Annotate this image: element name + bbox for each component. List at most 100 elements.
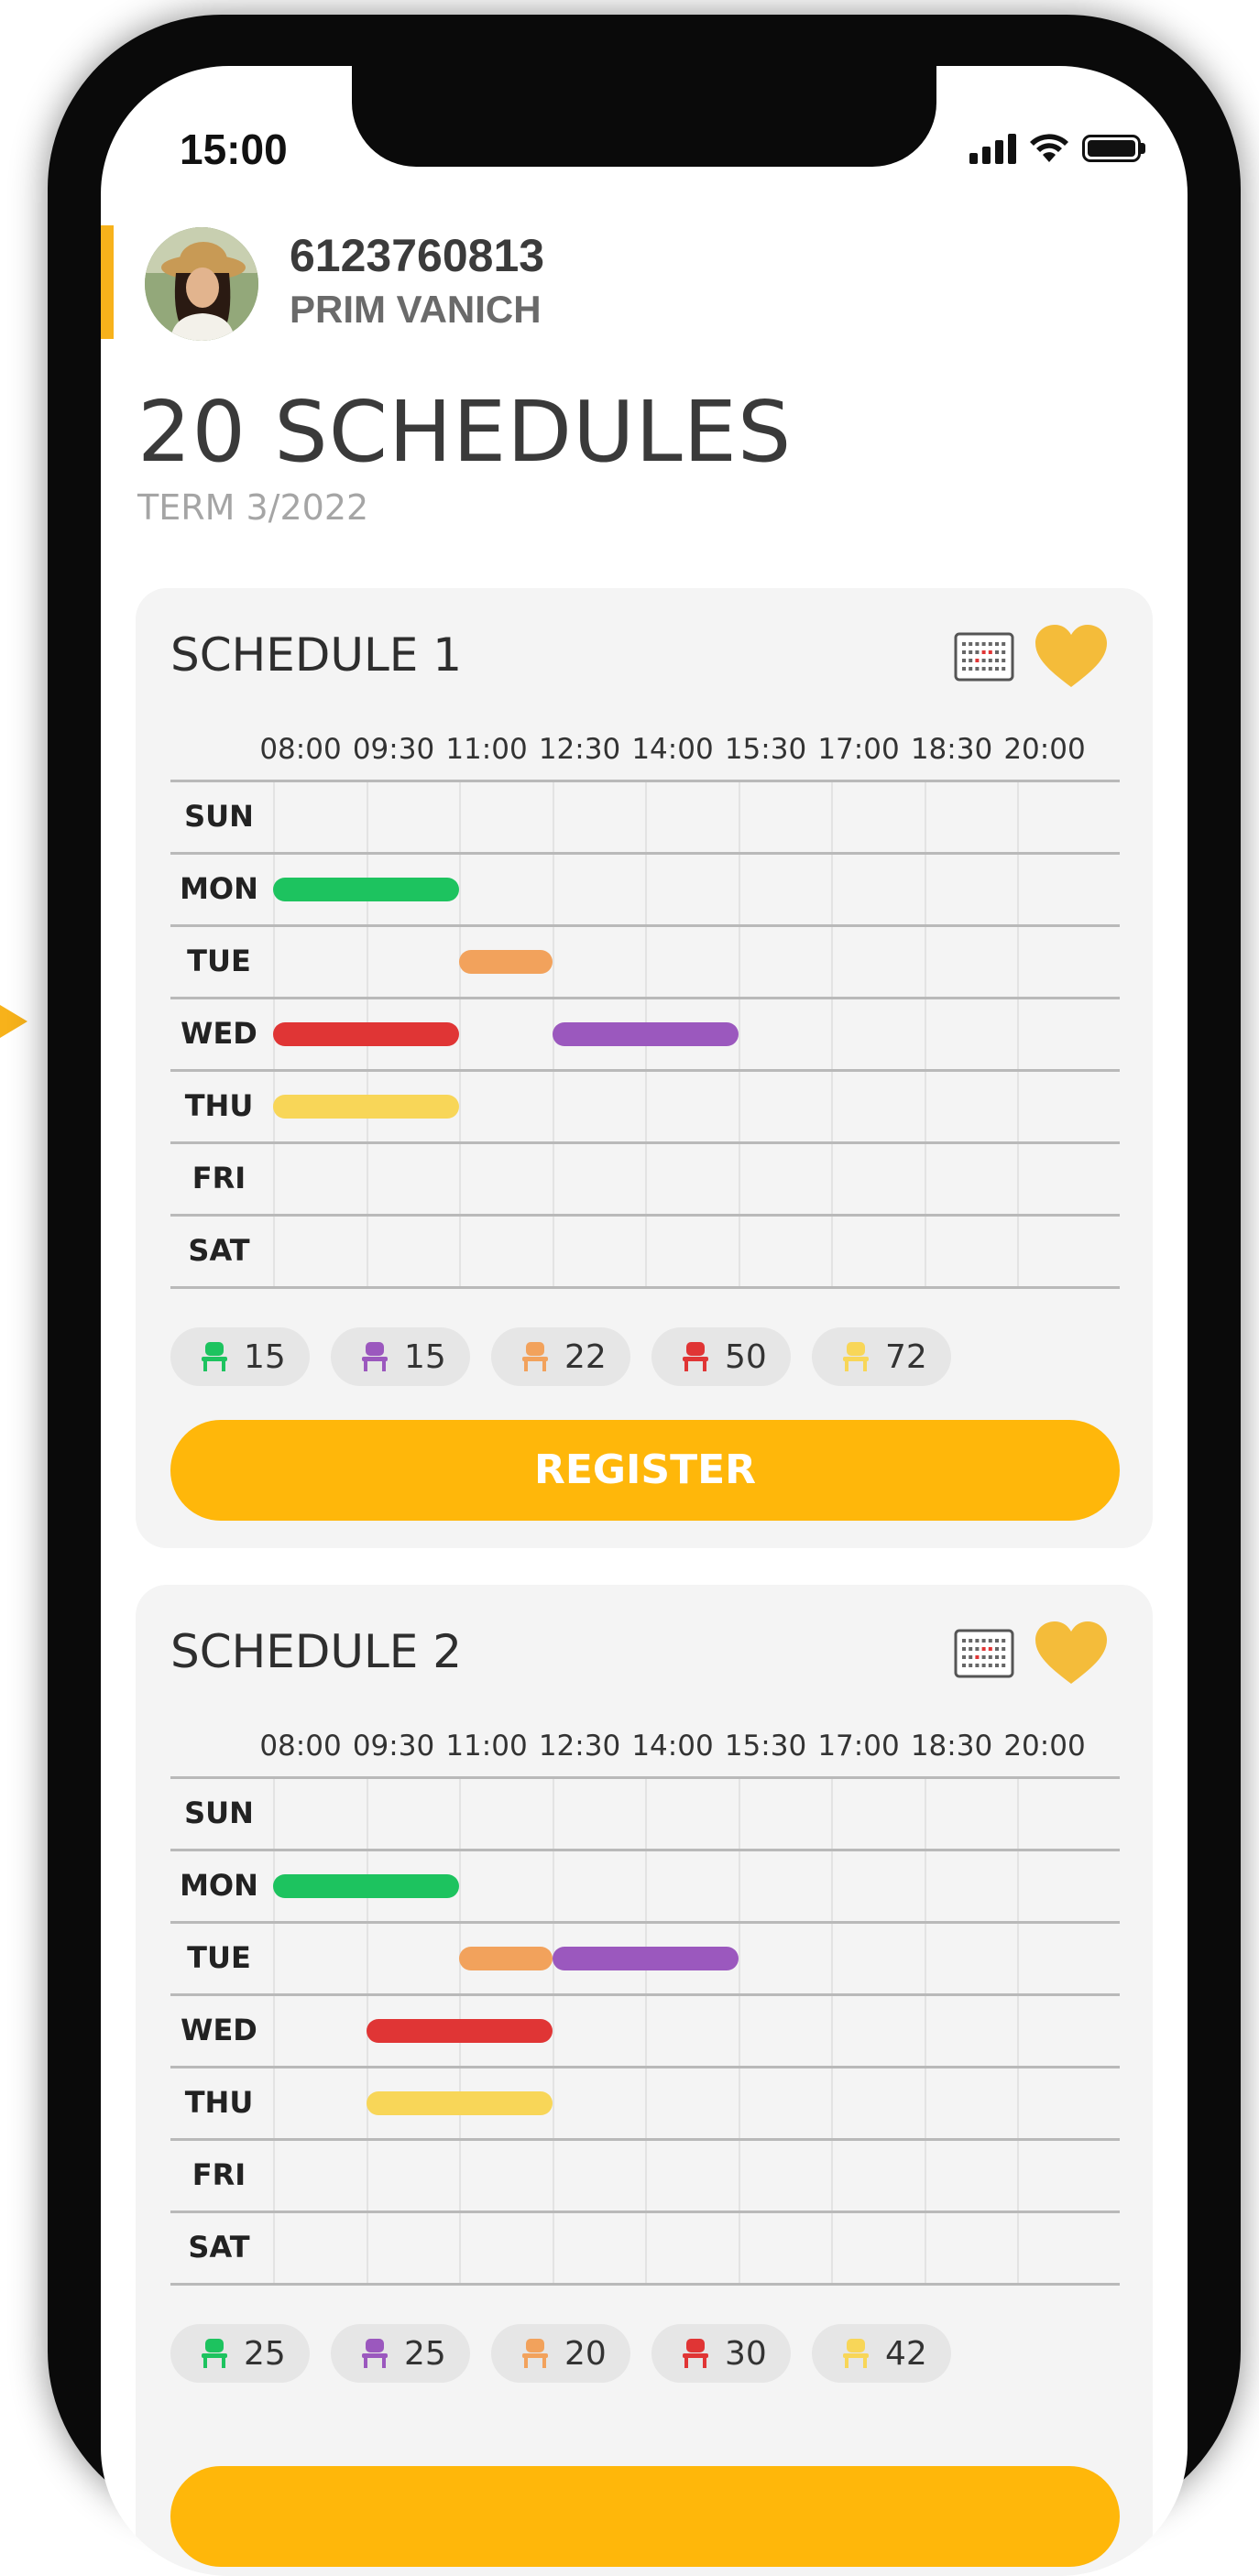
time-tick: 18:30: [910, 733, 993, 766]
day-label: THU: [184, 1088, 254, 1123]
seat-icon: [683, 1342, 708, 1371]
student-name: PRIM VANICH: [290, 288, 542, 331]
grid-column-line: [645, 1777, 647, 2284]
time-tick: 12:30: [538, 733, 621, 766]
seat-chip-orange[interactable]: 20: [491, 2324, 630, 2383]
day-label: SUN: [184, 799, 254, 834]
grid-row-line: [170, 2138, 1120, 2141]
grid-row-line: [170, 2283, 1120, 2286]
grid-row-line: [170, 1286, 1120, 1289]
course-block-orange[interactable]: [459, 1947, 553, 1970]
grid-column-line: [1017, 780, 1019, 1287]
avatar[interactable]: [145, 227, 258, 341]
day-label: THU: [184, 2085, 254, 2120]
seat-chip-purple[interactable]: 15: [331, 1327, 470, 1386]
grid-row-line: [170, 1214, 1120, 1217]
schedule-card: SCHEDULE 1 REGISTER 08:00 09:30 11:00 12:30…: [136, 588, 1153, 1548]
status-icons: [969, 130, 1145, 167]
heart-icon[interactable]: [1034, 623, 1109, 689]
course-block-purple[interactable]: [552, 1022, 739, 1046]
day-label: SAT: [188, 2230, 250, 2265]
seat-count: 25: [244, 2335, 286, 2373]
course-block-green[interactable]: [273, 878, 459, 901]
day-label: WED: [181, 1016, 257, 1051]
seat-icon: [362, 1342, 388, 1371]
calendar-icon[interactable]: [954, 1629, 1014, 1678]
course-block-yellow[interactable]: [273, 1095, 459, 1119]
seat-count: 50: [725, 1338, 767, 1376]
grid-row-line: [170, 1069, 1120, 1072]
avatar-image: [145, 227, 258, 341]
register-button[interactable]: REGISTER: [170, 1420, 1120, 1521]
course-block-purple[interactable]: [552, 1947, 739, 1970]
grid-column-line: [552, 1777, 554, 2284]
seat-icon: [843, 1342, 869, 1371]
course-block-orange[interactable]: [459, 950, 553, 974]
student-id: 6123760813: [290, 230, 545, 281]
register-button[interactable]: [170, 2466, 1120, 2567]
time-tick: 11:00: [445, 733, 528, 766]
grid-column-line: [273, 1777, 275, 2284]
grid-row-line: [170, 852, 1120, 855]
time-tick: 20:00: [1003, 1730, 1086, 1763]
calendar-icon[interactable]: [954, 632, 1014, 682]
profile-accent-bar: [101, 225, 114, 339]
seat-chip-green[interactable]: 15: [170, 1327, 310, 1386]
time-tick: 15:30: [724, 1730, 807, 1763]
seat-chip-yellow[interactable]: 42: [812, 2324, 951, 2383]
course-block-red[interactable]: [273, 1022, 459, 1046]
grid-row-line: [170, 1921, 1120, 1924]
grid-column-line: [831, 780, 833, 1287]
seat-chip-purple[interactable]: 25: [331, 2324, 470, 2383]
grid-row-line: [170, 2210, 1120, 2213]
seat-count: 15: [404, 1338, 446, 1376]
course-block-green[interactable]: [273, 1874, 459, 1898]
time-tick: 17:00: [817, 1730, 900, 1763]
time-tick: 14:00: [631, 1730, 714, 1763]
seat-count: 25: [404, 2335, 446, 2373]
signal-icon: [969, 133, 1016, 164]
day-label: FRI: [192, 2157, 246, 2192]
grid-column-line: [924, 1777, 926, 2284]
heart-icon[interactable]: [1034, 1620, 1109, 1686]
grid-column-line: [459, 780, 461, 1287]
grid-row-line: [170, 1849, 1120, 1851]
grid-row-line: [170, 1993, 1120, 1996]
time-tick: 08:00: [259, 1730, 342, 1763]
day-label: SUN: [184, 1796, 254, 1830]
time-tick: 17:00: [817, 733, 900, 766]
seat-icon: [362, 2339, 388, 2368]
day-label: WED: [181, 2013, 257, 2047]
status-time: 15:00: [180, 126, 288, 173]
day-label: MON: [180, 871, 258, 906]
time-tick: 15:30: [724, 733, 807, 766]
battery-icon: [1082, 135, 1141, 162]
seat-chip-red[interactable]: 30: [651, 2324, 791, 2383]
grid-column-line: [924, 780, 926, 1287]
seat-chip-green[interactable]: 25: [170, 2324, 310, 2383]
course-block-red[interactable]: [366, 2019, 553, 2043]
battery-cap: [1141, 143, 1145, 154]
grid-column-line: [738, 1777, 740, 2284]
seat-count: 30: [725, 2335, 767, 2373]
grid-row-line: [170, 1776, 1120, 1779]
course-block-yellow[interactable]: [366, 2091, 553, 2115]
time-tick: 08:00: [259, 733, 342, 766]
seat-icon: [683, 2339, 708, 2368]
time-tick: 09:30: [352, 1730, 435, 1763]
schedule-title: SCHEDULE 2: [170, 1625, 463, 1678]
day-label: TUE: [187, 1940, 251, 1975]
grid-column-line: [831, 1777, 833, 2284]
seat-chip-orange[interactable]: 22: [491, 1327, 630, 1386]
day-label: TUE: [187, 944, 251, 978]
seat-chip-red[interactable]: 50: [651, 1327, 791, 1386]
side-arrow-icon: [0, 1005, 27, 1038]
day-label: FRI: [192, 1161, 246, 1195]
seat-chip-yellow[interactable]: 72: [812, 1327, 951, 1386]
phone-frame: 15:00 6123760813 PRIM VANICH 20 SCHEDULE…: [48, 15, 1241, 2576]
term-label: TERM 3/2022: [137, 487, 369, 528]
grid-row-line: [170, 780, 1120, 782]
seat-count: 22: [564, 1338, 607, 1376]
time-tick: 14:00: [631, 733, 714, 766]
grid-row-line: [170, 924, 1120, 927]
